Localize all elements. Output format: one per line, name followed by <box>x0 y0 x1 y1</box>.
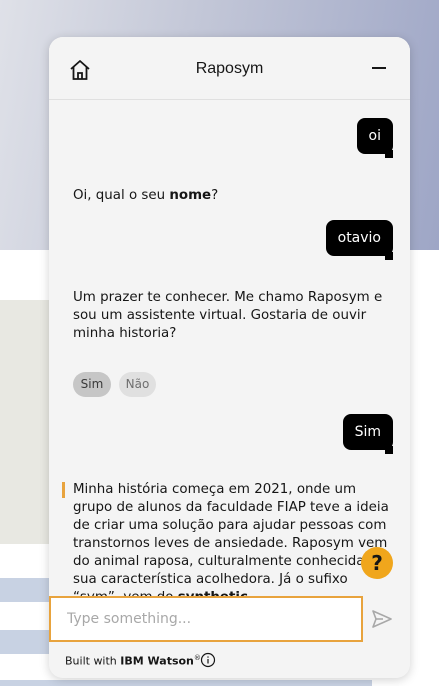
background-stripe <box>0 680 372 686</box>
bot-message-text: ? <box>211 188 219 203</box>
bot-message-text: Minha história começa em 2021, onde um g… <box>73 482 391 596</box>
message-input-container <box>49 596 363 642</box>
bot-message: Minha história começa em 2021, onde um g… <box>73 481 393 596</box>
send-icon[interactable] <box>371 608 393 630</box>
message-input[interactable] <box>51 598 361 640</box>
chat-header: Raposym <box>49 37 410 100</box>
bot-message-bold: nome <box>169 188 212 203</box>
chat-title: Raposym <box>195 60 264 77</box>
brand-name: IBM Watson <box>120 654 194 668</box>
help-button[interactable]: ? <box>361 547 393 579</box>
message-list: oi Oi, qual o seu nome? otavio Um prazer… <box>49 101 410 596</box>
bot-message: Um prazer te conhecer. Me chamo Raposym … <box>73 290 383 341</box>
minimize-icon[interactable] <box>372 67 386 69</box>
chat-footer: Built with IBM Watson® <box>49 642 410 678</box>
info-icon[interactable] <box>200 652 216 668</box>
user-message: Sim <box>342 414 394 454</box>
option-no-button[interactable]: Não <box>119 372 156 397</box>
message-accent-bar <box>62 482 65 498</box>
chat-widget: Raposym oi Oi, qual o seu nome? otavio U… <box>49 37 410 678</box>
user-message: oi <box>356 118 394 158</box>
built-with-text: Built with <box>65 654 121 668</box>
bot-message-text: Oi, qual o seu <box>73 188 170 203</box>
user-message: otavio <box>325 220 394 260</box>
bot-message: Oi, qual o seu nome? <box>73 187 391 205</box>
option-yes-button[interactable]: Sim <box>73 372 111 397</box>
built-with-label: Built with IBM Watson® <box>65 654 201 668</box>
